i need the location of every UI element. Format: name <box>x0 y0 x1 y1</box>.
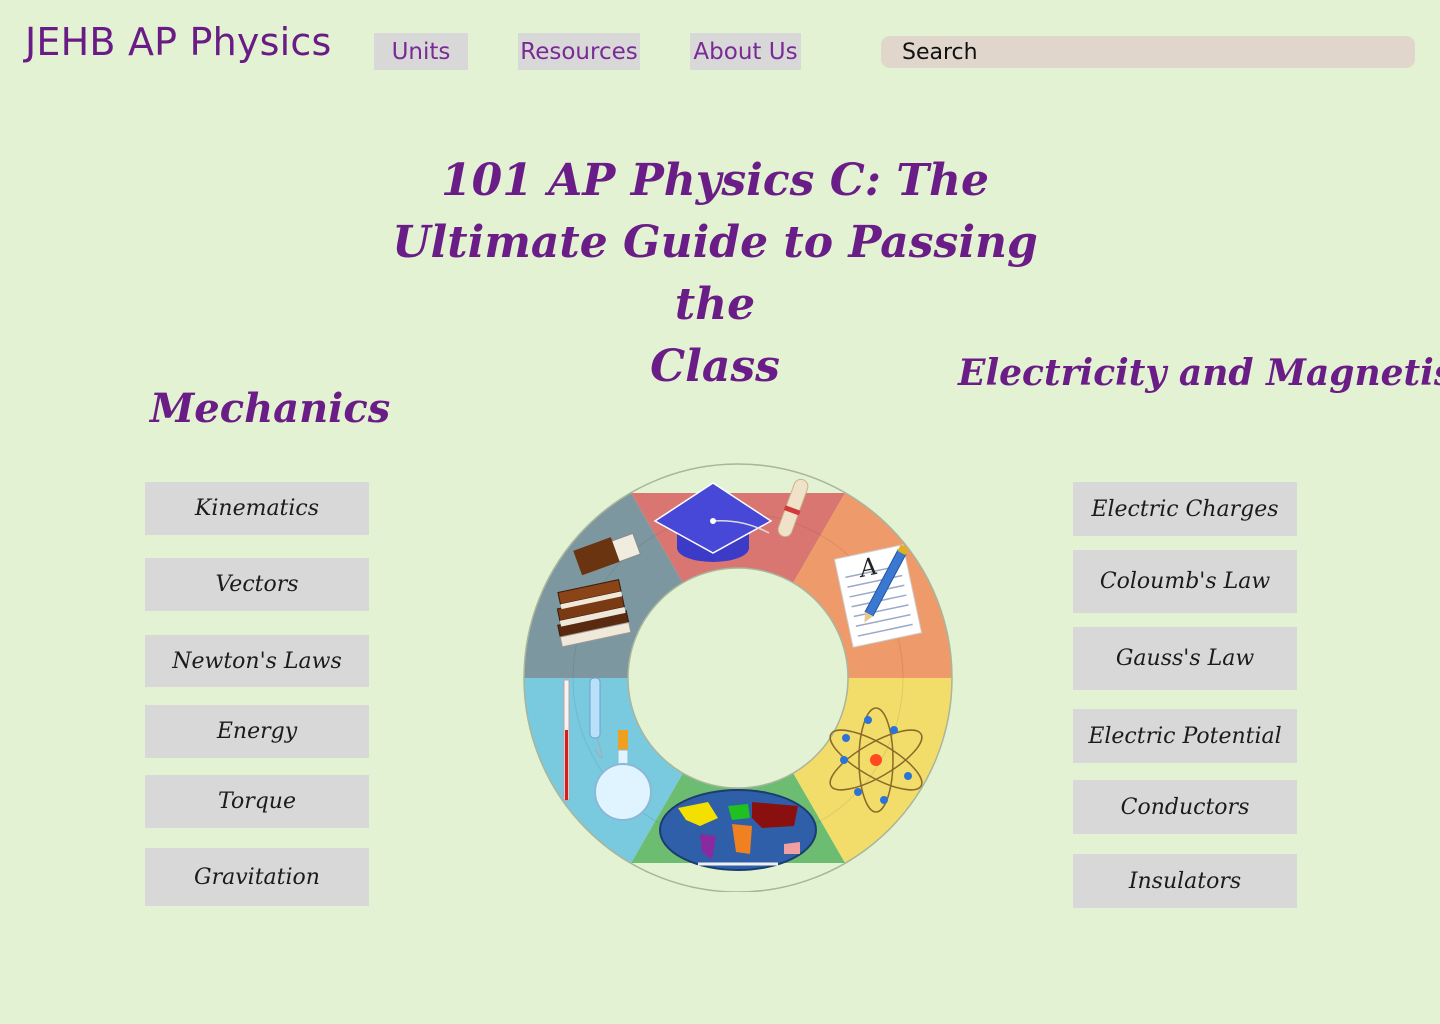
topic-newtons-laws-button[interactable]: Newton's Laws <box>145 635 369 687</box>
topic-electric-potential-button[interactable]: Electric Potential <box>1073 709 1297 763</box>
topic-kinematics-button[interactable]: Kinematics <box>145 482 369 535</box>
nav-about-us-button[interactable]: About Us <box>690 33 801 70</box>
world-map-icon <box>659 789 817 871</box>
topic-vectors-button[interactable]: Vectors <box>145 558 369 611</box>
topic-energy-button[interactable]: Energy <box>145 705 369 758</box>
page-title-line-2: Ultimate Guide to Passing the <box>392 217 1038 330</box>
search-input[interactable]: Search <box>881 36 1415 68</box>
topic-gravitation-button[interactable]: Gravitation <box>145 848 369 906</box>
page-title-line-1: 101 AP Physics C: The <box>440 155 990 206</box>
topic-conductors-button[interactable]: Conductors <box>1073 780 1297 834</box>
electricity-magnetism-heading: Electricity and Magnetism <box>958 352 1440 394</box>
topic-coulombs-law-button[interactable]: Coloumb's Law <box>1073 550 1297 613</box>
topic-electric-charges-button[interactable]: Electric Charges <box>1073 482 1297 536</box>
topic-torque-button[interactable]: Torque <box>145 775 369 828</box>
mechanics-heading: Mechanics <box>150 385 391 432</box>
education-wheel-image: A <box>519 462 957 892</box>
nav-resources-button[interactable]: Resources <box>518 33 640 70</box>
nav-units-button[interactable]: Units <box>374 33 468 70</box>
search-placeholder: Search <box>902 39 978 65</box>
site-logo-text[interactable]: JEHB AP Physics <box>25 20 331 64</box>
topic-insulators-button[interactable]: Insulators <box>1073 854 1297 908</box>
topic-gauss-law-button[interactable]: Gauss's Law <box>1073 627 1297 690</box>
